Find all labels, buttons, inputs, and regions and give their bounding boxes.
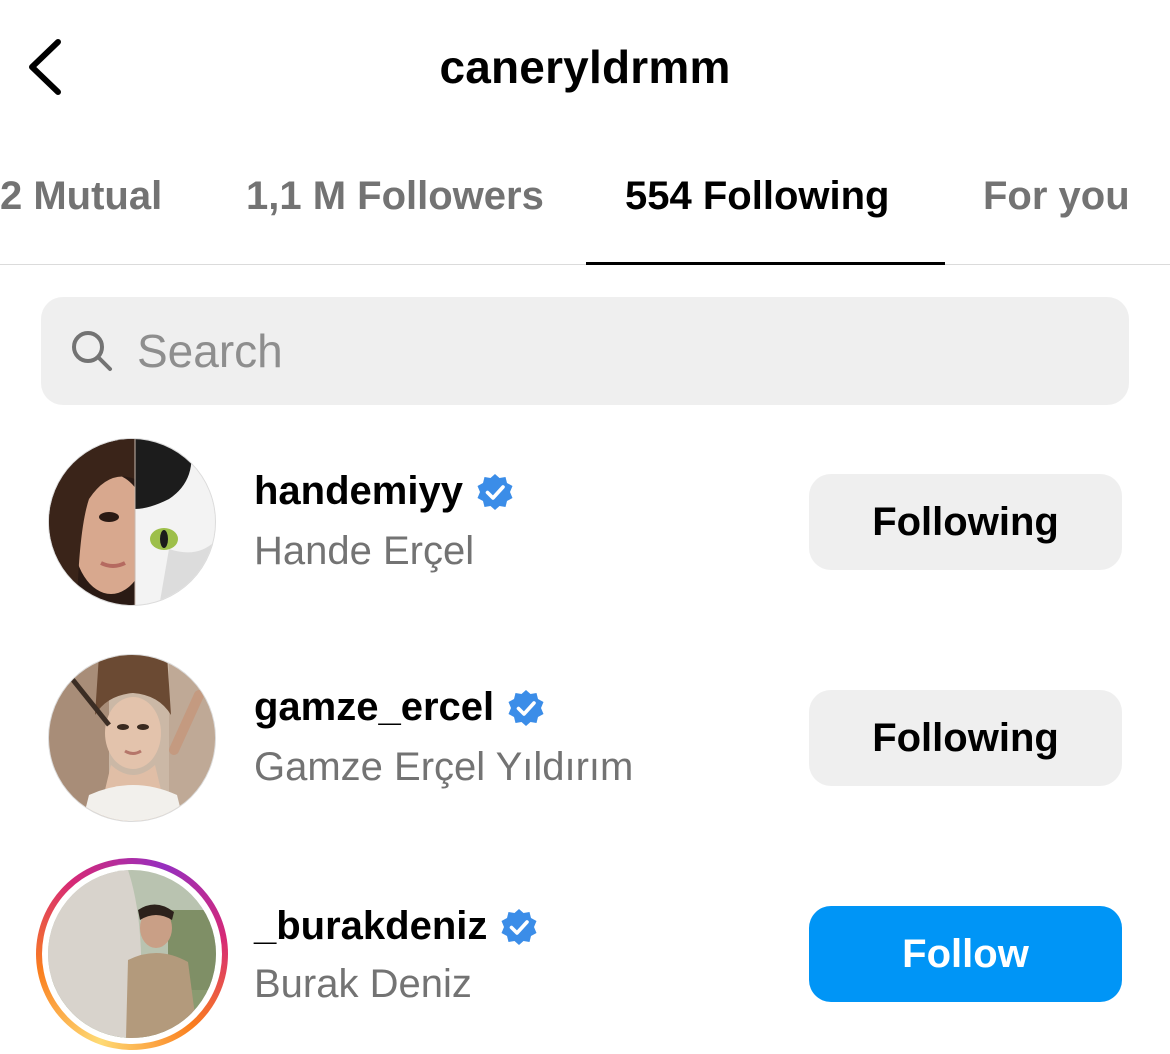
verified-badge-icon xyxy=(508,689,544,726)
tab-for-you[interactable]: For you xyxy=(983,174,1130,219)
list-item: handemiyy Hande Erçel Following xyxy=(0,435,1170,615)
tab-following[interactable]: 554 Following xyxy=(625,174,889,219)
active-tab-indicator xyxy=(586,262,945,265)
list-item: gamze_ercel Gamze Erçel Yıldırım Followi… xyxy=(0,651,1170,831)
page-title: caneryldrmm xyxy=(439,41,731,93)
verified-badge-icon xyxy=(501,908,537,945)
following-button[interactable]: Following xyxy=(809,690,1122,786)
username-link[interactable]: gamze_ercel xyxy=(254,685,546,730)
search-icon xyxy=(72,331,112,371)
full-name: Gamze Erçel Yıldırım xyxy=(254,745,634,789)
username: gamze_ercel xyxy=(254,685,495,729)
avatar[interactable] xyxy=(48,654,216,822)
avatar[interactable] xyxy=(48,438,216,606)
avatar-story-ring[interactable] xyxy=(36,858,228,1050)
avatar xyxy=(48,870,216,1038)
full-name: Burak Deniz xyxy=(254,962,472,1006)
header-bar: caneryldrmm xyxy=(0,0,1170,135)
following-button[interactable]: Following xyxy=(809,474,1122,570)
search-bar[interactable] xyxy=(41,297,1129,405)
follow-button[interactable]: Follow xyxy=(809,906,1122,1002)
tab-followers[interactable]: 1,1 M Followers xyxy=(246,174,544,219)
search-input[interactable] xyxy=(137,317,1097,385)
list-item: _burakdeniz Burak Deniz Follow xyxy=(0,858,1170,1050)
username-link[interactable]: _burakdeniz xyxy=(254,904,539,949)
username: handemiyy xyxy=(254,469,463,513)
tab-bar: 2 Mutual 1,1 M Followers 554 Following F… xyxy=(0,150,1170,265)
username-link[interactable]: handemiyy xyxy=(254,469,515,514)
tab-mutual[interactable]: 2 Mutual xyxy=(0,174,162,219)
verified-badge-icon xyxy=(477,473,513,510)
username: _burakdeniz xyxy=(254,904,488,948)
full-name: Hande Erçel xyxy=(254,529,475,573)
